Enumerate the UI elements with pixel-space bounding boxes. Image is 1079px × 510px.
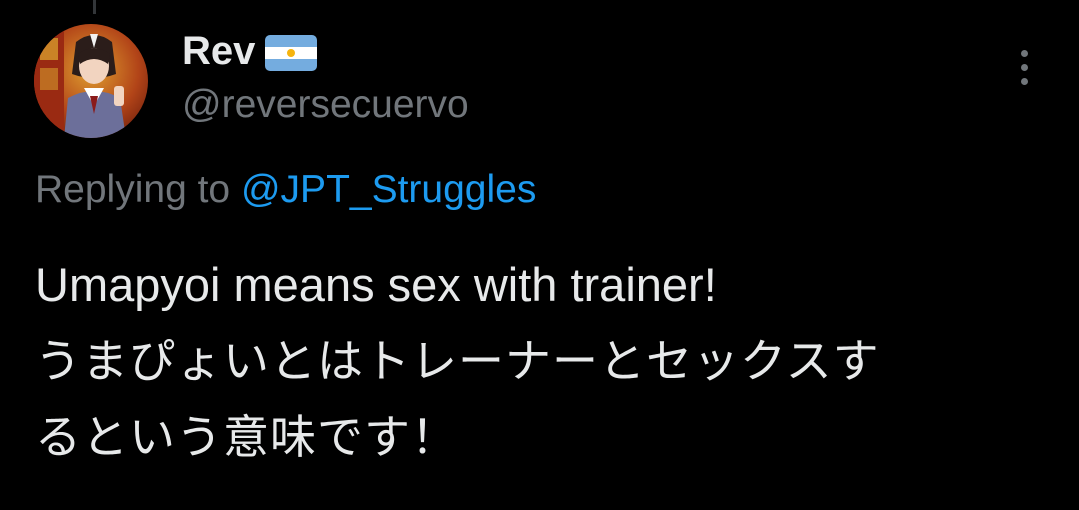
tweet-text-line: Umapyoi means sex with trainer! [35,258,717,311]
more-dot [1020,49,1028,57]
more-vertical-icon[interactable] [1002,42,1046,92]
tweet-text-line: うまぴょいとはトレーナーとセックスす [35,334,880,388]
author-name-row: Rev [182,28,318,74]
reply-mention-link[interactable]: @JPT_Struggles [241,168,536,211]
tweet-text-line: るという意味です！ [35,410,458,464]
avatar-image [34,24,148,138]
replying-to-label: Replying to [35,168,231,211]
tweet-text: Umapyoi means sex with trainer! うまぴょいとはト… [35,247,1035,475]
thread-connector-line [93,0,96,14]
more-dot [1020,77,1028,85]
author-display-name[interactable]: Rev [182,28,255,74]
author-handle[interactable]: @reversecuervo [182,82,469,128]
replying-to-line: Replying to @JPT_Struggles [35,166,536,214]
more-dot [1020,63,1028,71]
avatar[interactable] [34,24,148,138]
argentina-flag-icon [265,35,318,71]
